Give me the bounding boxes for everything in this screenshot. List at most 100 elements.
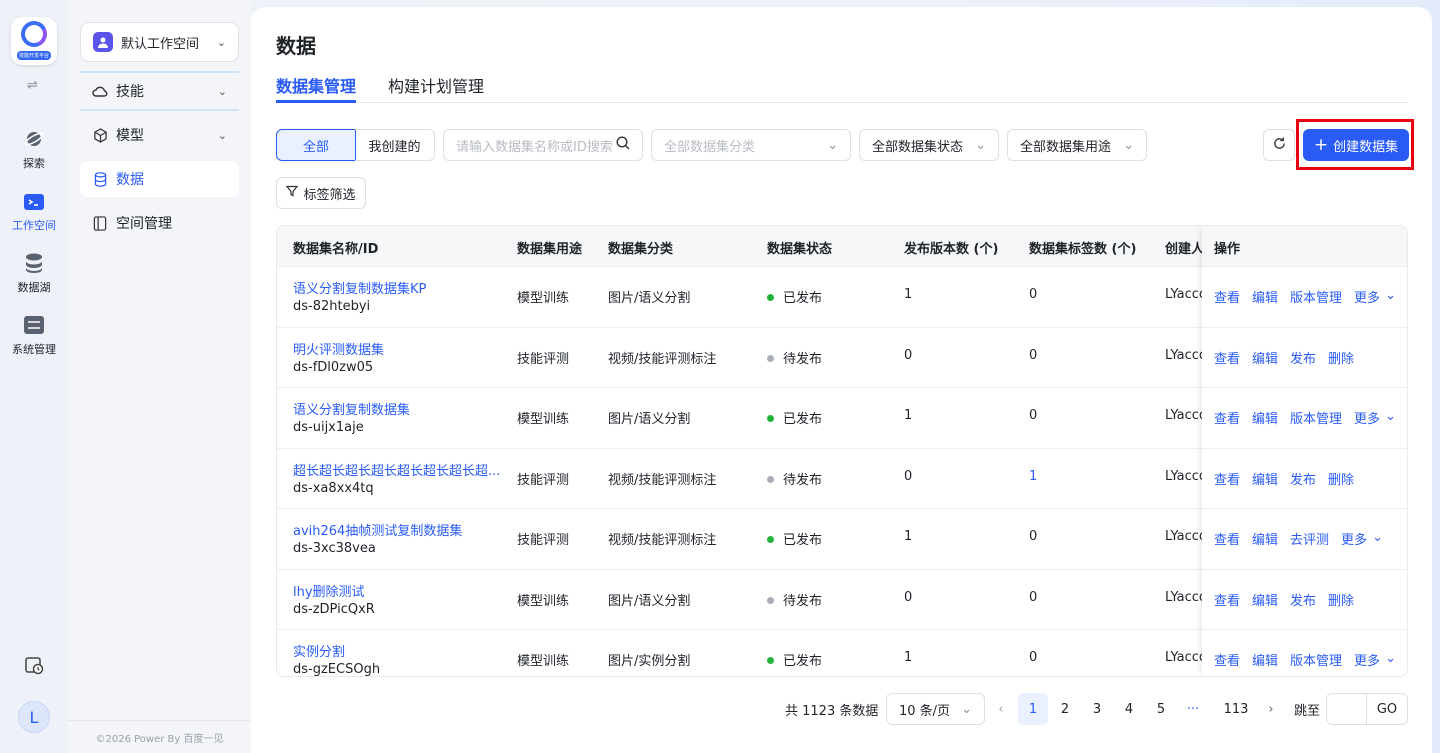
op-link-3[interactable]: 更多 ⌄ xyxy=(1354,408,1396,427)
dataset-tags[interactable]: 1 xyxy=(1029,469,1037,484)
page-size-select[interactable]: 10 条/页 ⌄ xyxy=(886,693,985,725)
usage-select[interactable]: 全部数据集用途 ⌄ xyxy=(1007,129,1147,161)
avatar[interactable]: L xyxy=(18,701,50,733)
op-label: 编辑 xyxy=(1252,654,1279,669)
tab-build-plan-management[interactable]: 构建计划管理 xyxy=(388,73,484,97)
rail-item-label: 探索 xyxy=(23,157,45,170)
dataset-name-link[interactable]: avih264抽帧测试复制数据集 xyxy=(293,520,462,539)
sidebar-item-models[interactable]: 模型 ⌄ xyxy=(80,117,239,153)
op-link-1[interactable]: 编辑 xyxy=(1252,529,1278,548)
op-link-0[interactable]: 查看 xyxy=(1214,590,1240,609)
rail-item-workspace[interactable]: 工作空间 xyxy=(0,190,68,233)
tab-dataset-management[interactable]: 数据集管理 xyxy=(276,73,356,97)
sidebar-item-data[interactable]: 数据 xyxy=(80,161,239,197)
op-link-0[interactable]: 查看 xyxy=(1214,469,1240,488)
history-icon[interactable] xyxy=(24,655,44,675)
op-link-0[interactable]: 查看 xyxy=(1214,650,1240,669)
rail-item-explore[interactable]: 探索 xyxy=(0,128,68,171)
op-link-3[interactable]: 更多 ⌄ xyxy=(1341,529,1383,548)
operations-column: 操作 查看 编辑 版本管理 更多 ⌄ 查看 编辑 发布 删除 查看 编辑 版本管理 更多 ⌄ 查看 编辑 发布删… xyxy=(1202,226,1407,676)
op-link-3[interactable]: 更多 ⌄ xyxy=(1354,650,1396,669)
rail-item-system[interactable]: 系统管理 xyxy=(0,314,68,357)
total-count: 共 1123 条数据 xyxy=(785,703,879,719)
op-link-1[interactable]: 编辑 xyxy=(1252,650,1278,669)
op-link-1[interactable]: 编辑 xyxy=(1252,469,1278,488)
filter-mine-button[interactable]: 我创建的 xyxy=(355,129,435,161)
page-113[interactable]: 113 xyxy=(1221,693,1251,725)
op-link-3[interactable]: 删除 xyxy=(1328,469,1354,488)
op-link-2[interactable]: 发布 xyxy=(1290,590,1316,609)
op-link-1[interactable]: 编辑 xyxy=(1252,348,1278,367)
divider xyxy=(68,720,251,721)
page-4[interactable]: 4 xyxy=(1114,693,1144,725)
op-label: 版本管理 xyxy=(1290,291,1343,306)
op-link-2[interactable]: 去评测 xyxy=(1290,529,1329,548)
op-link-1[interactable]: 编辑 xyxy=(1252,408,1278,427)
dataset-versions: 1 xyxy=(904,287,913,302)
op-link-2[interactable]: 版本管理 xyxy=(1290,408,1342,427)
sidebar-item-space-management[interactable]: 空间管理 xyxy=(80,205,239,241)
filter-all-button[interactable]: 全部 xyxy=(276,129,356,161)
op-label: 查看 xyxy=(1214,291,1241,306)
op-link-2[interactable]: 版本管理 xyxy=(1290,287,1342,306)
op-link-3[interactable]: 更多 ⌄ xyxy=(1354,287,1396,306)
tag-filter-button[interactable]: 标签筛选 xyxy=(276,177,366,209)
op-link-2[interactable]: 发布 xyxy=(1290,469,1316,488)
divider xyxy=(80,109,239,111)
app-logo[interactable]: 技能开发平台 xyxy=(11,17,57,65)
prev-page-icon[interactable]: ‹ xyxy=(986,693,1016,725)
search-input[interactable]: 请输入数据集名称或ID搜索 xyxy=(443,129,643,161)
op-link-3[interactable]: 删除 xyxy=(1328,348,1354,367)
dataset-name-link[interactable]: 语义分割复制数据集 xyxy=(293,399,410,418)
status-dot xyxy=(767,294,774,301)
refresh-button[interactable] xyxy=(1263,129,1295,161)
dataset-creator: LYaccount xyxy=(1165,468,1202,484)
dataset-usage: 模型训练 xyxy=(517,412,570,427)
dataset-status: 已发布 xyxy=(767,650,822,669)
dataset-name-link[interactable]: lhy删除测试 xyxy=(293,581,365,600)
op-link-0[interactable]: 查看 xyxy=(1214,529,1240,548)
dataset-id: ds-3xc38vea xyxy=(293,541,376,556)
dataset-name-link[interactable]: 超长超长超长超长超长超长超长超... xyxy=(293,460,500,479)
op-link-0[interactable]: 查看 xyxy=(1214,408,1240,427)
op-link-1[interactable]: 编辑 xyxy=(1252,590,1278,609)
col-header-status[interactable]: 数据集状态 xyxy=(767,238,832,257)
op-label: 删除 xyxy=(1328,472,1355,488)
book-icon xyxy=(92,215,108,231)
page-2[interactable]: 2 xyxy=(1050,693,1080,725)
dataset-id: ds-uijx1aje xyxy=(293,420,364,435)
dataset-id: ds-fDl0zw05 xyxy=(293,359,374,375)
dataset-name-link[interactable]: 明火评测数据集 xyxy=(293,339,384,358)
op-link-1[interactable]: 编辑 xyxy=(1252,287,1278,306)
rail-item-datalake[interactable]: 数据湖 xyxy=(0,252,68,295)
dataset-usage: 模型训练 xyxy=(517,654,570,669)
page-5[interactable]: 5 xyxy=(1146,693,1176,725)
op-link-2[interactable]: 版本管理 xyxy=(1290,650,1342,669)
switch-icon[interactable]: ⇌ xyxy=(27,78,38,93)
sidebar-item-skills[interactable]: 技能 ⌄ xyxy=(80,73,239,109)
dataset-name-link[interactable]: 实例分割 xyxy=(293,641,345,660)
dataset-creator: LYaccount xyxy=(1165,347,1202,363)
op-label: 编辑 xyxy=(1252,351,1279,367)
next-page-icon[interactable]: › xyxy=(1256,693,1286,725)
status-dot xyxy=(767,657,774,664)
jump-page-input[interactable] xyxy=(1327,694,1367,724)
category-select[interactable]: 全部数据集分类 ⌄ xyxy=(651,129,851,161)
op-link-2[interactable]: 发布 xyxy=(1290,348,1316,367)
op-link-0[interactable]: 查看 xyxy=(1214,348,1240,367)
search-icon[interactable] xyxy=(616,136,630,154)
op-label: 版本管理 xyxy=(1290,412,1343,427)
rail-item-label: 数据湖 xyxy=(17,281,51,294)
page-1[interactable]: 1 xyxy=(1018,693,1048,725)
status-select[interactable]: 全部数据集状态 ⌄ xyxy=(859,129,999,161)
page-ellipsis[interactable]: ··· xyxy=(1178,693,1208,725)
search-placeholder: 请输入数据集名称或ID搜索 xyxy=(456,139,613,155)
op-link-0[interactable]: 查看 xyxy=(1214,287,1240,306)
dataset-name-link[interactable]: 语义分割复制数据集KP xyxy=(293,278,426,297)
go-button[interactable]: GO xyxy=(1367,702,1407,717)
workspace-selector[interactable]: 默认工作空间 ⌄ xyxy=(80,22,239,62)
op-link-3[interactable]: 删除 xyxy=(1328,590,1354,609)
page-3[interactable]: 3 xyxy=(1082,693,1112,725)
ops-cell: 查看 编辑 发布 删除 xyxy=(1202,326,1407,388)
chevron-down-icon: ⌄ xyxy=(975,137,986,153)
